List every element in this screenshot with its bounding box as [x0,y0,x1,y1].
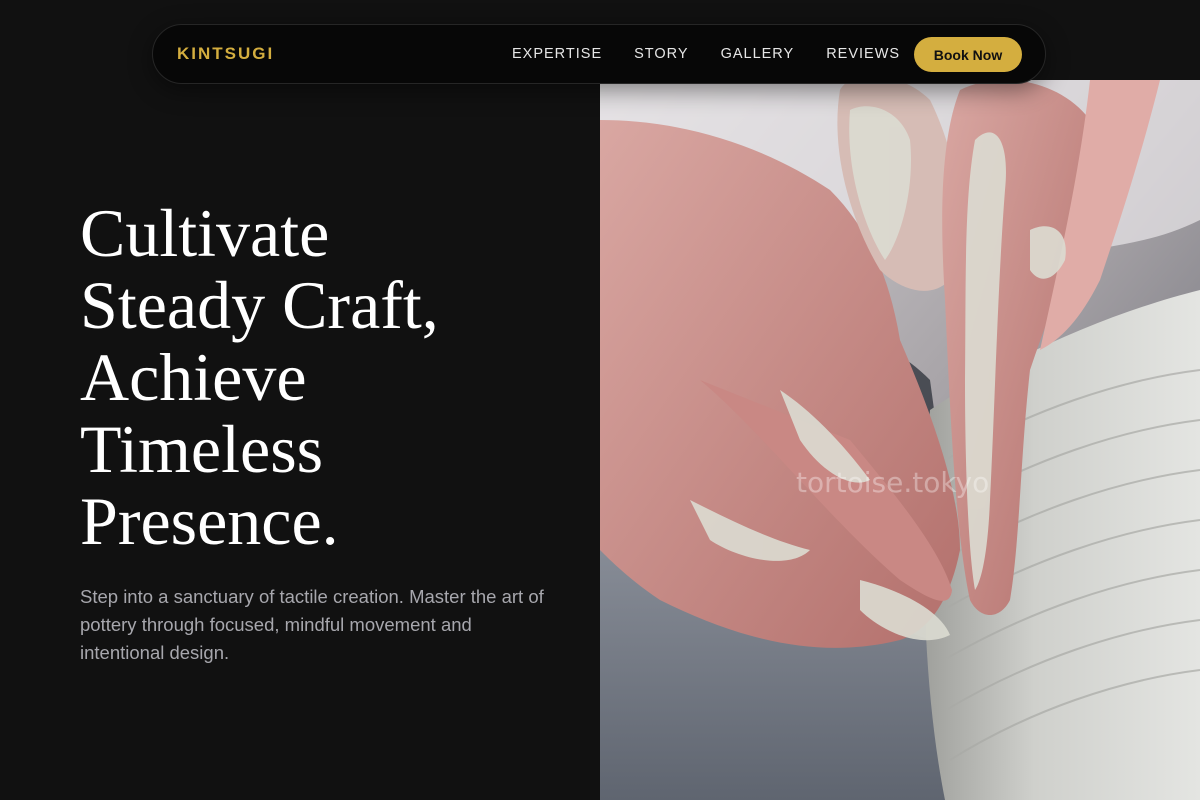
watermark: tortoise.tokyo [796,466,990,499]
pottery-hands-illustration [600,80,1200,800]
nav-link-story[interactable]: STORY [634,46,688,62]
hero-copy: Cultivate Steady Craft, Achieve Timeless… [80,197,550,667]
brand-logo[interactable]: KINTSUGI [177,44,274,64]
headline-line: Achieve [80,339,307,415]
nav-links: EXPERTISE STORY GALLERY REVIEWS [512,46,900,62]
hero-image: tortoise.tokyo [600,80,1200,800]
headline-line: Steady Craft, [80,267,439,343]
nav-link-gallery[interactable]: GALLERY [721,46,795,62]
headline-line: Cultivate [80,195,330,271]
navbar: KINTSUGI EXPERTISE STORY GALLERY REVIEWS… [152,24,1046,84]
hero-headline: Cultivate Steady Craft, Achieve Timeless… [80,197,550,557]
nav-link-expertise[interactable]: EXPERTISE [512,46,602,62]
headline-line: Timeless [80,411,324,487]
hero-subtext: Step into a sanctuary of tactile creatio… [80,586,544,663]
headline-line: Presence. [80,483,339,559]
book-now-button[interactable]: Book Now [914,37,1022,72]
nav-link-reviews[interactable]: REVIEWS [826,46,900,62]
